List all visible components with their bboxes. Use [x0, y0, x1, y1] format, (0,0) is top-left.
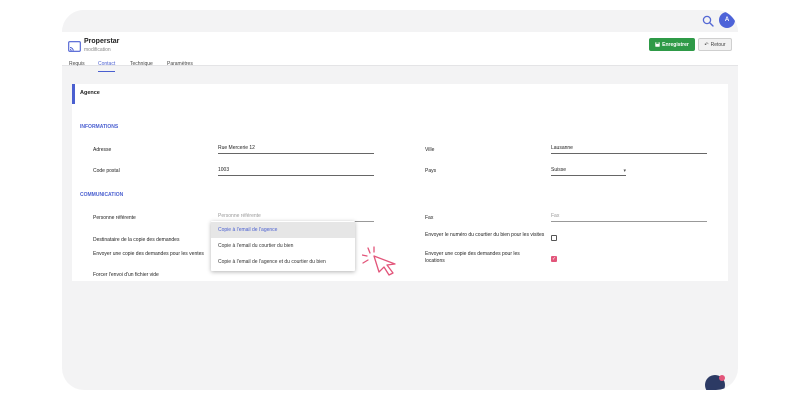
back-button[interactable]: ↶ Retour: [698, 38, 732, 51]
page-title: Properstar: [84, 38, 120, 45]
tab-requis[interactable]: Requis: [69, 58, 85, 72]
undo-icon: ↶: [704, 41, 709, 48]
adresse-field[interactable]: Rue Mercerie 12: [218, 144, 374, 154]
dropdown-option-courtier[interactable]: Copie à l'email du courtier du bien: [211, 238, 355, 254]
check-icon: ✓: [552, 256, 557, 262]
save-label: Enregistrer: [662, 41, 689, 48]
save-button[interactable]: Enregistrer: [649, 38, 695, 51]
envoyer-numero-checkbox[interactable]: [551, 235, 557, 241]
card-header: Agence: [72, 84, 728, 104]
personne-label: Personne référente: [93, 215, 136, 221]
envoyer-copie-ventes-label: Envoyer une copie des demandes pour les …: [93, 251, 204, 257]
dropdown-option-agence[interactable]: Copie à l'email de l'agence: [211, 222, 355, 238]
fax-label: Fax: [425, 215, 434, 221]
destinataire-dropdown-menu: Copie à l'email de l'agence Copie à l'em…: [211, 221, 355, 271]
pays-select[interactable]: Suisse ▾: [551, 166, 626, 176]
page-header: Properstar modification Enregistrer ↶ Re…: [62, 32, 738, 66]
search-icon[interactable]: [702, 15, 714, 27]
pays-label: Pays: [425, 168, 437, 174]
chevron-down-icon: ▾: [623, 168, 626, 174]
cast-icon: [68, 41, 81, 52]
section-informations: INFORMATIONS: [80, 124, 119, 130]
avatar[interactable]: A: [719, 12, 735, 28]
adresse-label: Adresse: [93, 147, 112, 153]
top-bar: A: [62, 10, 738, 32]
code-postal-field[interactable]: 1003: [218, 166, 374, 176]
tab-technique[interactable]: Technique: [130, 58, 153, 72]
envoyer-copie-locations-checkbox[interactable]: ✓: [551, 256, 557, 262]
card-title: Agence: [80, 90, 100, 96]
dropdown-option-agence-courtier[interactable]: Copie à l'email de l'agence et du courti…: [211, 254, 355, 270]
back-label: Retour: [710, 41, 726, 48]
fax-field[interactable]: Fax: [551, 212, 707, 222]
forcer-fichier-label: Forcer l'envoi d'un fichier vide: [93, 272, 159, 278]
notification-dot: [719, 375, 725, 381]
click-cursor-icon: [362, 246, 396, 276]
destinataire-label: Destinataire de la copie des demandes: [93, 237, 180, 243]
page-subtitle: modification: [84, 47, 111, 53]
pays-value: Suisse: [551, 167, 567, 173]
app-window: A Properstar modification Enregistrer ↶ …: [62, 10, 738, 390]
section-communication: COMMUNICATION: [80, 192, 124, 198]
envoyer-copie-locations-label: Envoyer une copie des demandes pour les …: [425, 251, 520, 264]
tab-parametres[interactable]: Paramètres: [167, 58, 193, 72]
ville-label: Ville: [425, 147, 435, 153]
ville-field[interactable]: Lausanne: [551, 144, 707, 154]
code-postal-label: Code postal: [93, 168, 120, 174]
tab-contact[interactable]: Contact: [98, 58, 116, 72]
agence-card: Agence INFORMATIONS Adresse Rue Mercerie…: [72, 84, 728, 281]
envoyer-numero-label: Envoyer le numéro du courtier du bien po…: [425, 232, 545, 238]
save-icon: [655, 42, 660, 47]
